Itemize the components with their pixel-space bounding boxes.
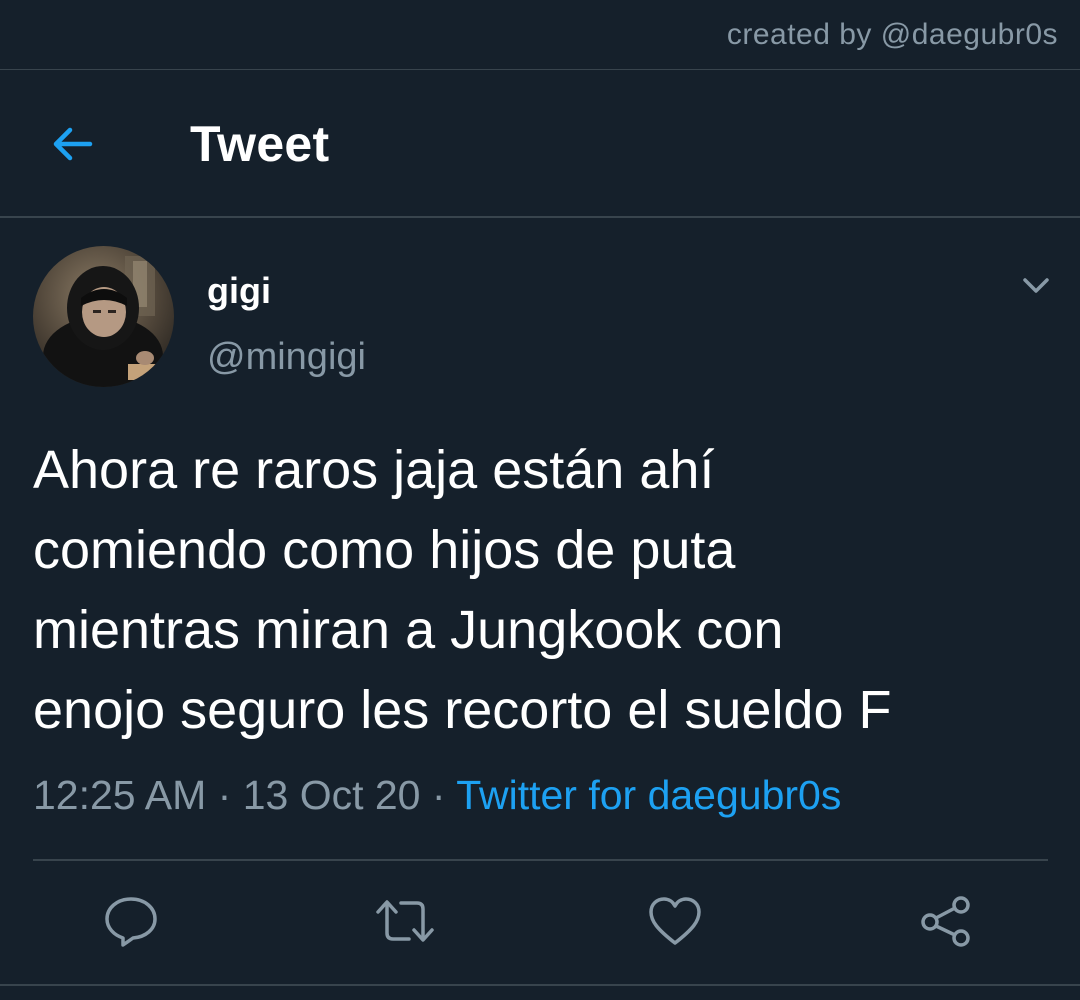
user-handle[interactable]: @mingigi (207, 336, 366, 379)
heart-icon (649, 897, 701, 945)
tweet-text-line: comiendo como hijos de puta (33, 520, 736, 580)
tweet-options-button[interactable] (1016, 268, 1056, 302)
meta-separator: · (217, 772, 232, 818)
avatar[interactable] (33, 246, 174, 387)
tweet-date: 13 Oct 20 (242, 772, 421, 818)
back-button[interactable] (44, 118, 100, 170)
like-button[interactable] (647, 893, 703, 949)
reply-button[interactable] (103, 893, 159, 949)
tweet-text: Ahora re raros jaja están ahí comiendo c… (33, 430, 1063, 750)
tweet-text-line: enojo seguro les recorto el sueldo F (33, 680, 892, 740)
tweet-text-line: Ahora re raros jaja están ahí (33, 440, 715, 500)
top-app-bar: Tweet (0, 70, 1080, 216)
watermark-credit: created by @daegubr0s (726, 18, 1058, 51)
header-divider (0, 216, 1080, 218)
reply-icon (105, 897, 157, 947)
tweet-text-line: mientras miran a Jungkook con (33, 600, 784, 660)
retweet-button[interactable] (375, 893, 434, 949)
avatar-photo (33, 246, 174, 387)
metadata-divider (33, 859, 1048, 861)
back-arrow-icon (53, 127, 93, 161)
meta-separator: · (431, 772, 446, 818)
page-title: Tweet (190, 116, 330, 172)
tweet-metadata: 12:25 AM · 13 Oct 20 · Twitter for daegu… (33, 772, 841, 819)
bottom-divider (0, 984, 1080, 986)
share-icon (921, 896, 970, 947)
share-button[interactable] (918, 893, 974, 949)
retweet-icon (376, 900, 434, 942)
tweet-source-link[interactable]: Twitter for daegubr0s (456, 772, 841, 818)
display-name[interactable]: gigi (207, 270, 271, 312)
tweet-time: 12:25 AM (33, 772, 207, 818)
chevron-down-icon (1023, 278, 1049, 293)
